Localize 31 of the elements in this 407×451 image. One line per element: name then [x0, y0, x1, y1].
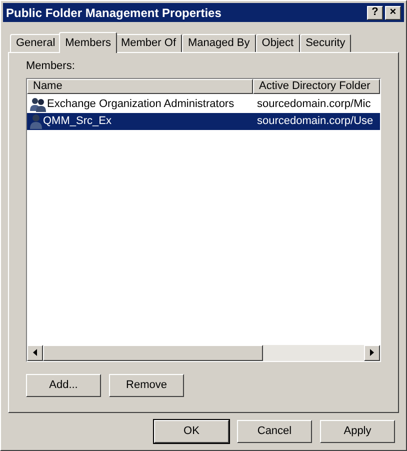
left-arrow-icon	[33, 349, 37, 356]
tab[interactable]: Managed By	[182, 34, 256, 52]
ok-button[interactable]: OK	[154, 420, 229, 443]
window-title: Public Folder Management Properties	[6, 4, 222, 22]
tab[interactable]: Member Of	[114, 34, 182, 52]
help-button[interactable]: ?	[367, 6, 383, 20]
folder-path: sourcedomain.corp/Mic	[256, 96, 371, 112]
add-button[interactable]: Add...	[26, 374, 101, 396]
tab[interactable]: General	[10, 34, 62, 52]
member-name: Exchange Organization Administrators	[47, 96, 234, 112]
close-button[interactable]: ×	[385, 6, 401, 20]
column-header[interactable]: Active Directory Folder	[253, 78, 380, 94]
remove-button[interactable]: Remove	[109, 374, 184, 396]
cancel-button[interactable]: Cancel	[237, 420, 312, 443]
tab[interactable]: Security	[300, 34, 352, 52]
scroll-left-button[interactable]	[27, 344, 43, 360]
right-arrow-icon	[370, 349, 374, 356]
folder-path: sourcedomain.corp/Use	[256, 114, 374, 129]
member-row[interactable]: QMM_Src_Ex sourcedomain.corp/Use	[27, 112, 380, 130]
scroll-thumb[interactable]	[43, 344, 263, 360]
column-header[interactable]: Name	[27, 78, 253, 94]
tab[interactable]: Object	[256, 34, 300, 52]
member-row[interactable]: Exchange Organization Administrators sourcedomain.corp/Mic	[27, 96, 380, 112]
members-label: Members:	[26, 59, 75, 74]
people-icon	[30, 96, 46, 112]
member-name: QMM_Src_Ex	[43, 114, 112, 129]
scroll-right-button[interactable]	[364, 344, 380, 360]
apply-button[interactable]: Apply	[320, 420, 395, 443]
tab[interactable]: Members	[59, 32, 117, 53]
horizontal-scrollbar[interactable]	[27, 344, 380, 360]
person-icon	[30, 114, 42, 128]
